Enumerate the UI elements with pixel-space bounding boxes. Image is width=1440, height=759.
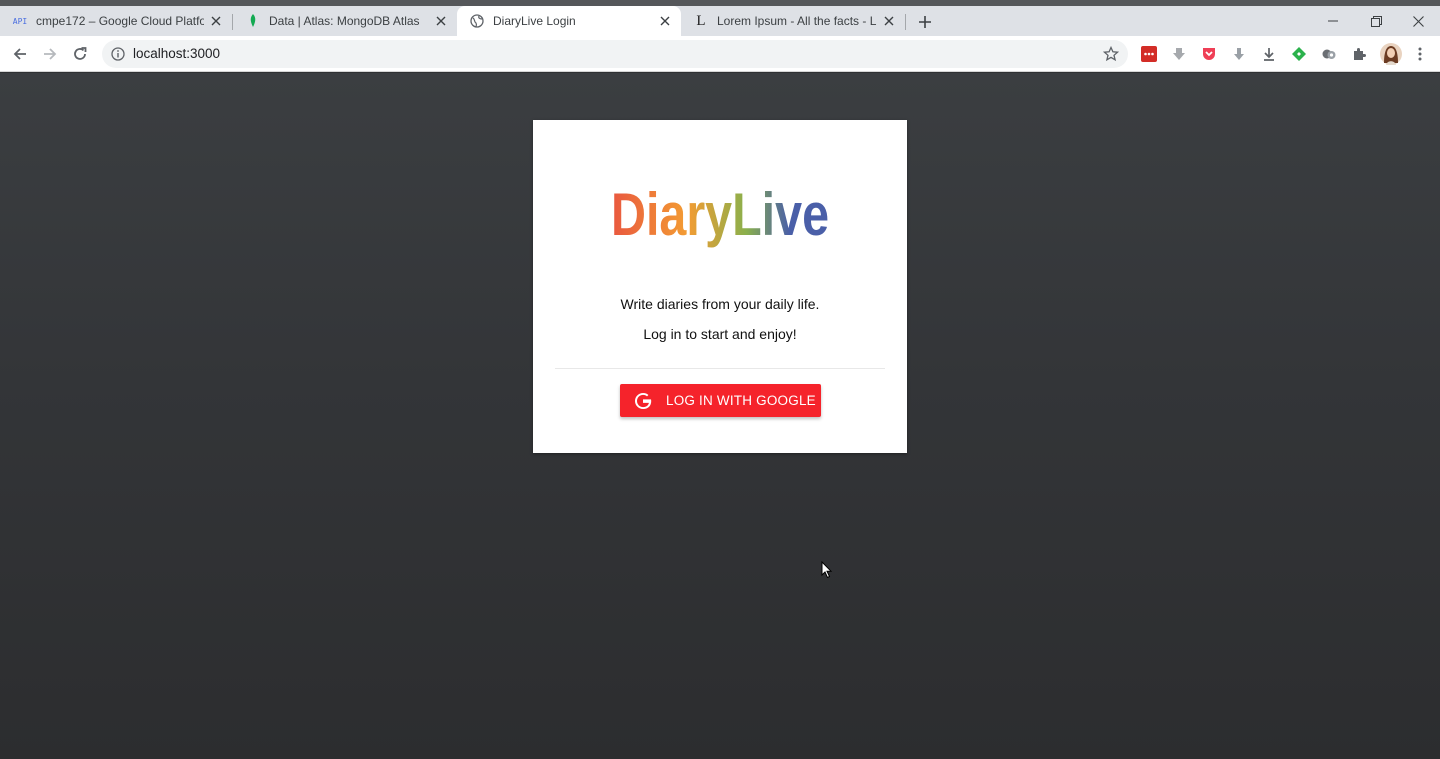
google-g-icon <box>633 391 653 411</box>
menu-dots-icon[interactable] <box>1411 45 1429 63</box>
google-login-button[interactable]: LOG IN WITH GOOGLE <box>620 384 821 417</box>
profile-avatar[interactable] <box>1380 43 1402 65</box>
divider <box>555 368 885 369</box>
tab-title: Lorem Ipsum - All the facts - Lipsum gen… <box>717 14 877 28</box>
bookmark-star-icon[interactable] <box>1102 45 1120 63</box>
diarylive-logo: DiaryLive <box>533 180 907 250</box>
download-icon[interactable] <box>1260 45 1278 63</box>
globe-icon <box>469 13 485 29</box>
new-tab-button[interactable] <box>914 11 936 33</box>
close-tab-icon[interactable] <box>657 13 673 29</box>
tab-diarylive-login[interactable]: DiaryLive Login <box>457 6 681 36</box>
mouse-cursor-icon <box>821 561 833 579</box>
feedly-icon[interactable] <box>1290 45 1308 63</box>
minimize-button[interactable] <box>1311 6 1355 36</box>
page-viewport: DiaryLive Write diaries from your daily … <box>0 73 1440 759</box>
lastpass-icon[interactable] <box>1140 45 1158 63</box>
tab-title: Data | Atlas: MongoDB Atlas <box>269 14 420 28</box>
login-card: DiaryLive Write diaries from your daily … <box>533 120 907 453</box>
reload-button[interactable] <box>68 42 92 66</box>
site-info-icon[interactable] <box>110 46 126 62</box>
close-tab-icon[interactable] <box>208 13 224 29</box>
tab-title: cmpe172 – Google Cloud Platform <box>36 14 204 28</box>
restore-button[interactable] <box>1354 6 1398 36</box>
lipsum-icon: L <box>693 13 709 29</box>
forward-button[interactable] <box>38 42 62 66</box>
tab-mongodb-atlas[interactable]: Data | Atlas: MongoDB Atlas <box>233 6 457 36</box>
tab-lorem-ipsum[interactable]: L Lorem Ipsum - All the facts - Lipsum g… <box>681 6 905 36</box>
tagline-write-diaries: Write diaries from your daily life. <box>620 296 820 312</box>
extensions-icon[interactable] <box>1350 45 1368 63</box>
tab-separator <box>905 14 906 30</box>
logo-text: DiaryLive <box>611 181 829 248</box>
browser-toolbar: localhost:3000 <box>0 36 1440 72</box>
mongodb-leaf-icon <box>245 13 261 29</box>
download-gray-icon[interactable] <box>1230 45 1248 63</box>
api-icon-text: API <box>12 16 28 26</box>
address-bar[interactable]: localhost:3000 <box>102 40 1128 68</box>
url-text: localhost:3000 <box>133 46 221 61</box>
lipsum-icon-text: L <box>696 12 706 29</box>
close-tab-icon[interactable] <box>433 13 449 29</box>
close-tab-icon[interactable] <box>881 13 897 29</box>
download-arrow-icon[interactable] <box>1170 45 1188 63</box>
extension-puzzle-gray-icon[interactable] <box>1320 45 1338 63</box>
api-icon: API <box>12 13 28 29</box>
back-button[interactable] <box>8 42 32 66</box>
tab-title: DiaryLive Login <box>493 14 576 28</box>
pocket-icon[interactable] <box>1200 45 1218 63</box>
tab-cmpe172[interactable]: API cmpe172 – Google Cloud Platform <box>0 6 232 36</box>
close-window-button[interactable] <box>1396 6 1440 36</box>
google-login-label: LOG IN WITH GOOGLE <box>666 393 816 408</box>
tab-strip: API cmpe172 – Google Cloud Platform Data… <box>0 6 1440 36</box>
tagline-log-in: Log in to start and enjoy! <box>643 326 797 342</box>
